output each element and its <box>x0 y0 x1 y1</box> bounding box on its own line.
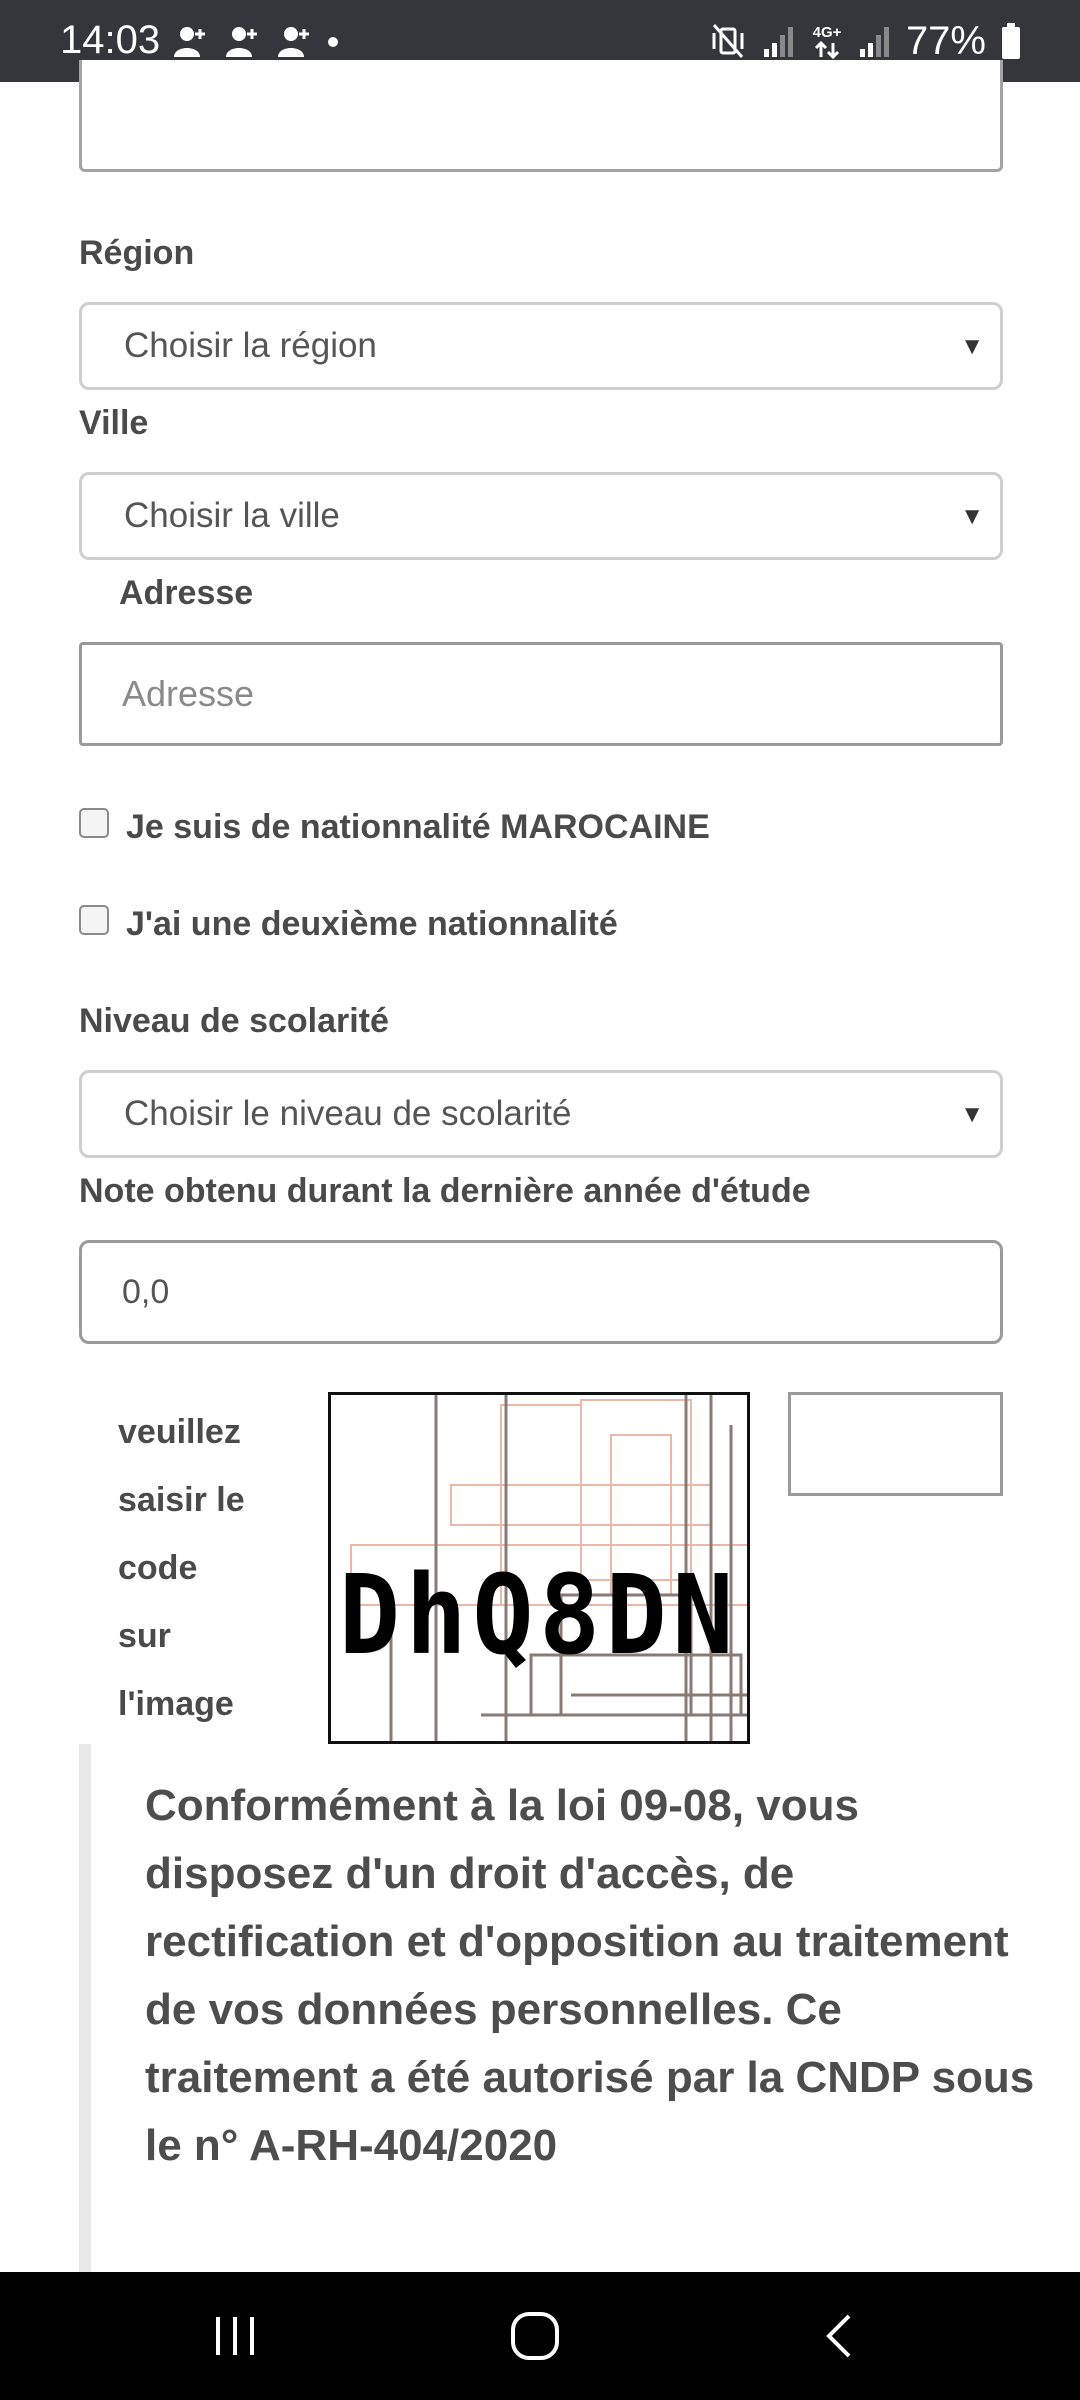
nationality-marocaine-row[interactable]: Je suis de nationnalité MAROCAINE <box>79 807 710 847</box>
adresse-label: Adresse <box>119 574 254 612</box>
back-button[interactable] <box>784 2272 894 2400</box>
vibrate-mute-icon <box>712 24 744 58</box>
niveau-select-value: Choisir le niveau de scolarité <box>124 1094 572 1133</box>
notification-icons <box>170 22 340 62</box>
chevron-down-icon: ▼ <box>960 1101 984 1128</box>
battery-icon <box>1002 23 1020 59</box>
second-nationality-checkbox[interactable] <box>79 904 109 935</box>
captcha-label-line: code <box>118 1549 198 1587</box>
captcha-code: DhQ8DN <box>339 1551 739 1679</box>
note-label: Note obtenu durant la dernière année d'é… <box>79 1172 811 1210</box>
svg-text:4G+: 4G+ <box>813 24 842 41</box>
status-time: 14:03 <box>60 18 161 62</box>
adresse-input[interactable]: Adresse <box>79 642 1003 746</box>
captcha-label: veuillez saisir le code sur l'image <box>118 1398 278 1738</box>
adresse-placeholder: Adresse <box>122 673 255 714</box>
captcha-label-line: veuillez <box>118 1413 241 1451</box>
signal-icon <box>763 27 793 57</box>
second-nationality-row[interactable]: J'ai une deuxième nationnalité <box>79 904 618 944</box>
home-button[interactable] <box>480 2272 590 2400</box>
status-right: 4G+ 77% <box>708 18 1022 64</box>
chevron-down-icon: ▼ <box>960 503 984 530</box>
nationality-marocaine-label: Je suis de nationnalité MAROCAINE <box>126 808 710 846</box>
captcha-label-line: l'image <box>118 1685 234 1723</box>
back-icon <box>826 2314 851 2358</box>
ville-label: Ville <box>79 404 149 442</box>
region-select-value: Choisir la région <box>124 326 377 365</box>
captcha-input[interactable] <box>788 1392 1003 1496</box>
region-label: Région <box>79 234 195 272</box>
nationality-marocaine-checkbox[interactable] <box>79 807 109 838</box>
recents-icon <box>216 2317 254 2355</box>
network-4g-icon: 4G+ <box>813 24 842 60</box>
data-protection-notice: Conformément à la loi 09-08, vous dispos… <box>79 1744 1080 2272</box>
niveau-select[interactable]: Choisir le niveau de scolarité ▼ <box>79 1070 1003 1158</box>
chevron-down-icon: ▼ <box>960 333 984 360</box>
battery-percentage: 77% <box>905 18 986 63</box>
ville-select-value: Choisir la ville <box>124 496 340 535</box>
captcha-label-line: sur <box>118 1617 171 1655</box>
navigation-bar <box>0 2272 1080 2400</box>
dot-icon <box>328 37 338 47</box>
person-add-icon <box>278 27 309 57</box>
niveau-label: Niveau de scolarité <box>79 1002 389 1040</box>
signal-icon <box>859 27 889 57</box>
notice-text: Conformément à la loi 09-08, vous dispos… <box>145 1781 1035 2170</box>
note-value: 0,0 <box>122 1272 170 1311</box>
home-icon <box>511 2312 559 2360</box>
person-add-icon <box>226 27 257 57</box>
captcha-noise: DhQ8DN <box>339 1395 747 1741</box>
previous-field-input[interactable] <box>79 60 1003 172</box>
region-select[interactable]: Choisir la région ▼ <box>79 302 1003 390</box>
note-input[interactable]: 0,0 <box>79 1240 1003 1344</box>
captcha-image: DhQ8DN <box>328 1392 750 1744</box>
captcha-label-line: saisir le <box>118 1481 245 1519</box>
second-nationality-label: J'ai une deuxième nationnalité <box>126 905 618 943</box>
recents-button[interactable] <box>180 2272 290 2400</box>
person-add-icon <box>174 27 205 57</box>
ville-select[interactable]: Choisir la ville ▼ <box>79 472 1003 560</box>
